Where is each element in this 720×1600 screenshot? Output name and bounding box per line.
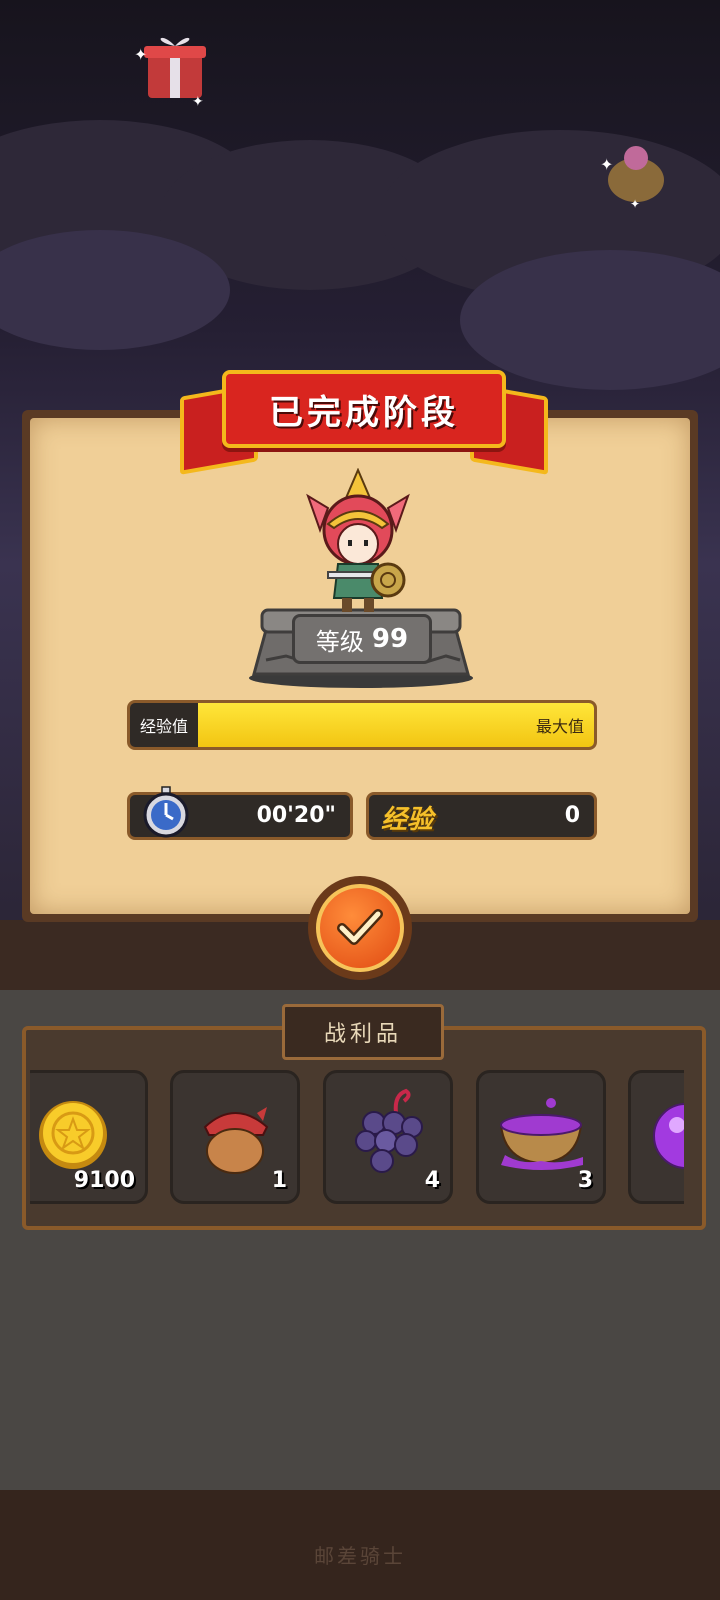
loot-item-acorn[interactable]: 1 [170, 1070, 300, 1204]
xp-label: 经验值 [140, 717, 189, 736]
checkmark-icon [337, 909, 383, 945]
loot-count: 9100 [73, 1168, 135, 1193]
confirm-button[interactable] [308, 876, 412, 980]
xp-progress-fill [198, 703, 594, 747]
svg-text:✦: ✦ [192, 94, 204, 110]
purple-orb-icon [653, 1103, 684, 1169]
clear-time-value: 00'20" [256, 803, 336, 828]
stage-complete-ribbon: 已完成阶段 [222, 370, 506, 448]
xp-max-label: 最大值 [535, 717, 584, 736]
loot-list[interactable]: 9100 1 4 3 [30, 1070, 684, 1206]
gold-coin-icon [39, 1101, 107, 1169]
footer-watermark: 邮差骑士 [314, 1544, 406, 1568]
stage-complete-title: 已完成阶段 [269, 392, 459, 433]
loot-count: 1 [271, 1168, 287, 1193]
level-label: 等级 [315, 627, 364, 656]
svg-text:✦: ✦ [134, 45, 147, 64]
loot-item-potion-bowl[interactable]: 3 [476, 1070, 606, 1204]
xp-progress-bar: 经验值 最大值 [127, 700, 597, 750]
exp-label: 经验 [381, 805, 434, 835]
acorn-icon [203, 1107, 269, 1174]
exp-value: 0 [564, 803, 580, 828]
purple-potion-bowl-icon [499, 1098, 583, 1170]
loot-item-gold[interactable]: 9100 [30, 1070, 148, 1204]
gift-box-icon[interactable]: ✦ ✦ [130, 30, 220, 110]
loot-title: 战利品 [323, 1022, 402, 1047]
loot-item-orb[interactable] [628, 1070, 684, 1204]
loot-count: 3 [577, 1168, 593, 1193]
exp-gained-box: 经验 0 [366, 792, 597, 840]
level-value: 99 [371, 624, 409, 654]
hero-character [306, 468, 410, 612]
svg-text:✦: ✦ [630, 197, 640, 210]
svg-text:✦: ✦ [600, 155, 613, 174]
level-plate: 等级 99 [292, 614, 432, 664]
stopwatch-icon [143, 786, 189, 838]
loot-count: 4 [424, 1168, 440, 1193]
loot-item-grapes[interactable]: 4 [323, 1070, 453, 1204]
loot-title-tab: 战利品 [282, 1004, 444, 1060]
grapes-icon [355, 1088, 423, 1173]
treasure-bag-icon[interactable]: ✦ ✦ [590, 130, 680, 210]
